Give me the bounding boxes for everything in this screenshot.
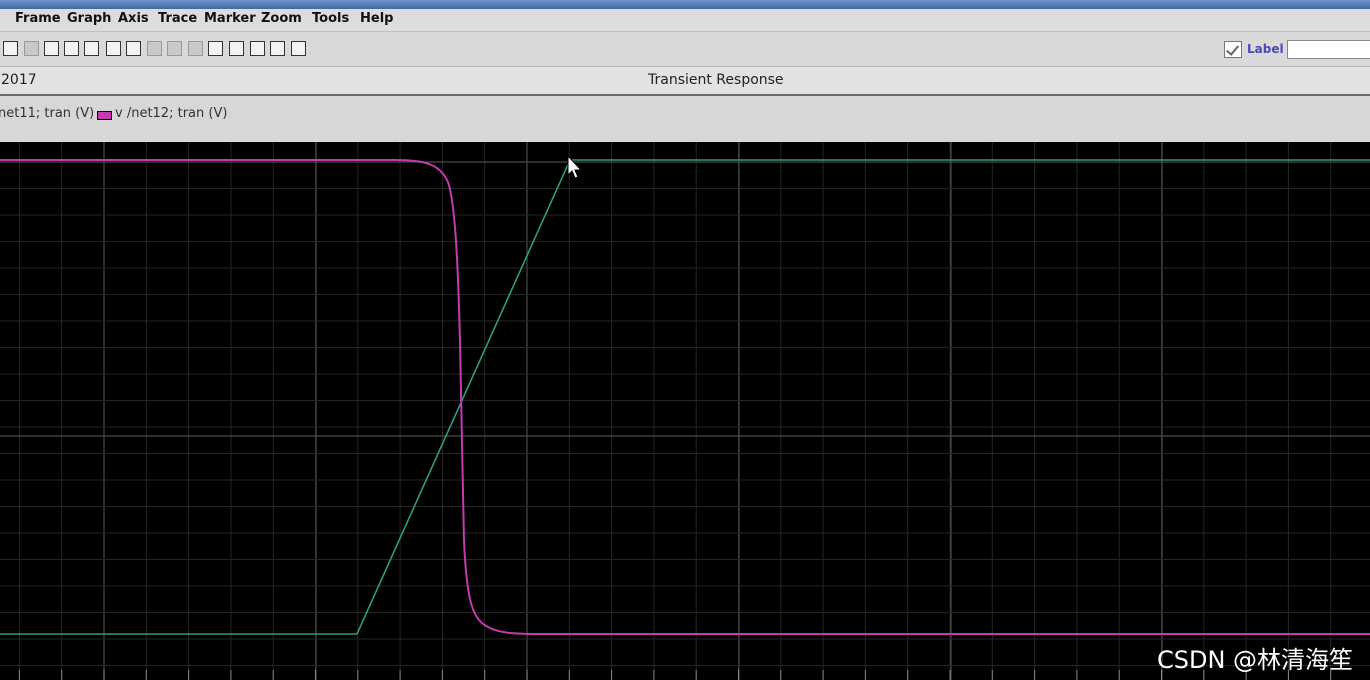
add-subwindow-icon[interactable] <box>44 41 59 56</box>
zoom-fit-icon[interactable] <box>291 41 306 56</box>
new-window-icon[interactable] <box>106 41 121 56</box>
menu-zoom[interactable]: Zoom <box>261 11 302 26</box>
legend-item-net12[interactable]: v /net12; tran (V) <box>115 106 227 121</box>
disabled-tool-icon[interactable] <box>147 41 162 56</box>
blank-view-icon[interactable] <box>24 41 39 56</box>
legend-item-net11[interactable]: net11; tran (V) <box>0 106 94 121</box>
zoom-x-icon[interactable] <box>270 41 285 56</box>
watermark-text: CSDN @林清海笙 <box>1157 646 1354 674</box>
split-icon[interactable] <box>84 41 99 56</box>
marker-icon[interactable] <box>126 41 141 56</box>
copy-window-icon[interactable] <box>64 41 79 56</box>
disabled-tool-3-icon[interactable] <box>188 41 203 56</box>
label-checkbox[interactable] <box>1224 41 1242 58</box>
date-text: 2017 <box>1 72 37 88</box>
plot-background <box>0 142 1370 680</box>
menu-graph[interactable]: Graph <box>67 11 111 26</box>
menu-help[interactable]: Help <box>360 11 393 26</box>
strip-view-icon[interactable] <box>3 41 18 56</box>
toolbar: Label <box>0 32 1370 67</box>
fit-icon[interactable] <box>229 41 244 56</box>
disabled-tool-2-icon[interactable] <box>167 41 182 56</box>
legend-swatch-net12 <box>97 111 112 120</box>
menu-marker[interactable]: Marker <box>204 11 256 26</box>
legend-bar: net11; tran (V) v /net12; tran (V) <box>0 96 1370 142</box>
menu-bar: Frame Graph Axis Trace Marker Zoom Tools… <box>0 9 1370 32</box>
waveform-plot[interactable] <box>0 142 1370 680</box>
menu-axis[interactable]: Axis <box>118 11 149 26</box>
menu-trace[interactable]: Trace <box>158 11 197 26</box>
plot-title: Transient Response <box>648 72 784 88</box>
menu-tools[interactable]: Tools <box>312 11 349 26</box>
window-titlebar <box>0 0 1370 9</box>
label-input[interactable] <box>1287 40 1370 59</box>
label-text: Label <box>1247 42 1284 56</box>
menu-frame[interactable]: Frame <box>15 11 61 26</box>
calculator-icon[interactable] <box>208 41 223 56</box>
zoom-y-icon[interactable] <box>250 41 265 56</box>
plot-info-bar: 2017 Transient Response <box>0 67 1370 96</box>
